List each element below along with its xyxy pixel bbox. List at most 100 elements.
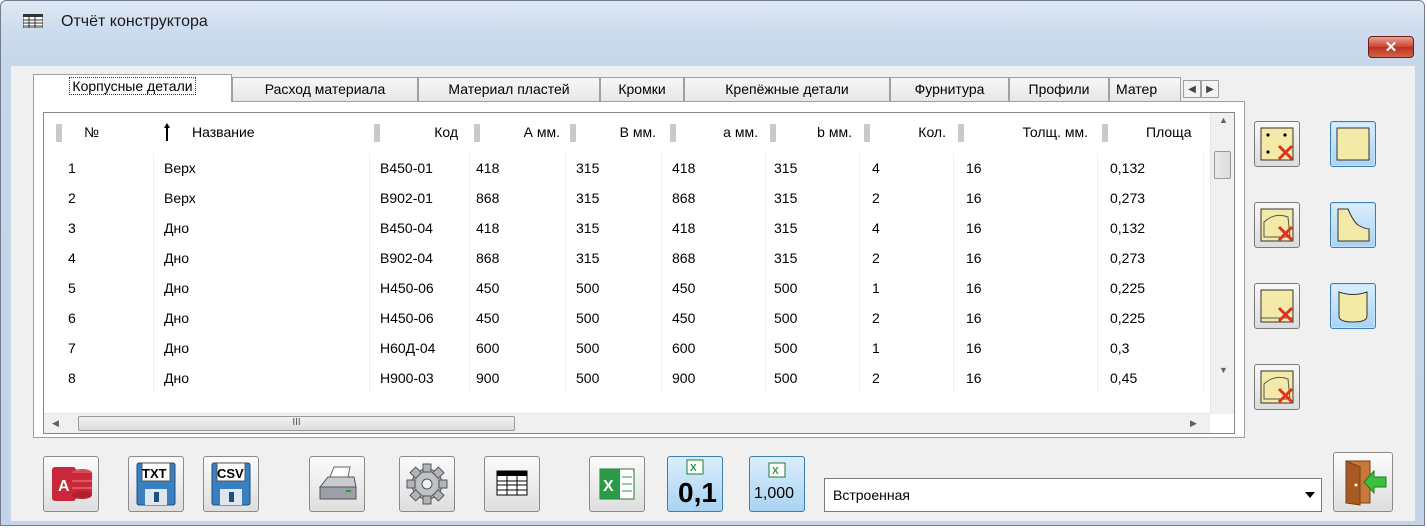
report-template-dropdown[interactable]: Встроенная bbox=[824, 478, 1322, 512]
column-header-thickness[interactable]: Толщ. мм. bbox=[954, 113, 1098, 151]
cell-area: 0,273 bbox=[1098, 183, 1204, 213]
tab-label: Матер bbox=[1116, 81, 1158, 97]
parts-table[interactable]: № Название Код А мм. В мм. а мм. b мм. К… bbox=[43, 112, 1235, 434]
tab-edges[interactable]: Кромки bbox=[600, 77, 684, 101]
cell-area: 0,225 bbox=[1098, 273, 1204, 303]
column-header-label: Кол. bbox=[918, 124, 946, 140]
cell-a-small: 418 bbox=[662, 153, 766, 183]
tab-scroll-right-button[interactable]: ▶ bbox=[1201, 80, 1219, 98]
tab-scroll-left-button[interactable]: ◀ bbox=[1183, 80, 1201, 98]
save-txt-button[interactable]: TXT bbox=[128, 456, 184, 512]
cell-a: 868 bbox=[470, 183, 566, 213]
column-header-a[interactable]: А мм. bbox=[470, 113, 566, 151]
scroll-right-icon[interactable]: ▶ bbox=[1190, 418, 1197, 429]
cell-thickness: 16 bbox=[954, 333, 1098, 363]
cell-code: В450-04 bbox=[370, 213, 470, 243]
column-header-code[interactable]: Код bbox=[370, 113, 470, 151]
table-row[interactable]: 5 Дно Н450-06 450 500 450 500 1 16 0,225 bbox=[44, 273, 1204, 303]
precision-one-decimal-button[interactable]: X 0,1 bbox=[667, 456, 723, 512]
tab-profiles[interactable]: Профили bbox=[1009, 77, 1109, 101]
table-row[interactable]: 6 Дно Н450-06 450 500 450 500 2 16 0,225 bbox=[44, 303, 1204, 333]
tab-label: Профили bbox=[1028, 81, 1090, 97]
tab-sheet-material[interactable]: Материал пластей bbox=[418, 77, 600, 101]
table-row[interactable]: 4 Дно В902-04 868 315 868 315 2 16 0,273 bbox=[44, 243, 1204, 273]
cell-quantity: 2 bbox=[860, 303, 954, 333]
column-header-label: Код bbox=[434, 124, 458, 140]
tab-label: Фурнитура bbox=[914, 81, 985, 97]
tab-materials-truncated[interactable]: Матер bbox=[1109, 77, 1181, 101]
horizontal-scroll-thumb[interactable]: III bbox=[78, 416, 515, 431]
close-icon: ✕ bbox=[1384, 39, 1398, 56]
svg-text:A: A bbox=[58, 478, 70, 495]
cylinder-panel-button[interactable] bbox=[1330, 283, 1376, 329]
column-header-quantity[interactable]: Кол. bbox=[860, 113, 954, 151]
scroll-left-icon[interactable]: ◀ bbox=[52, 418, 59, 429]
horizontal-scrollbar[interactable]: ◀ III ▶ bbox=[44, 413, 1210, 433]
column-header-b[interactable]: В мм. bbox=[566, 113, 662, 151]
print-button[interactable] bbox=[309, 456, 365, 512]
chevron-right-icon: ▶ bbox=[1206, 83, 1214, 95]
table-row[interactable]: 1 Верх В450-01 418 315 418 315 4 16 0,132 bbox=[44, 153, 1204, 183]
column-header-number[interactable]: № bbox=[44, 113, 154, 151]
cell-b: 500 bbox=[566, 273, 662, 303]
settings-button[interactable] bbox=[399, 456, 455, 512]
tab-fittings[interactable]: Фурнитура bbox=[890, 77, 1009, 101]
export-access-button[interactable]: A bbox=[43, 456, 99, 512]
vertical-scrollbar[interactable]: ▲ ▼ bbox=[1210, 113, 1234, 414]
cell-a-small: 868 bbox=[662, 243, 766, 273]
cell-thickness: 16 bbox=[954, 243, 1098, 273]
scroll-grip: III bbox=[292, 417, 301, 428]
export-excel-button[interactable]: X bbox=[589, 456, 645, 512]
delete-bottom-edge-button[interactable] bbox=[1254, 283, 1300, 329]
table-row[interactable]: 7 Дно Н60Д-04 600 500 600 500 1 16 0,3 bbox=[44, 333, 1204, 363]
column-header-area[interactable]: Площа bbox=[1098, 113, 1204, 151]
curve-edge-delete-icon bbox=[1260, 208, 1294, 242]
vertical-scroll-thumb[interactable] bbox=[1214, 151, 1231, 179]
table-view-button[interactable] bbox=[484, 456, 540, 512]
cell-quantity: 4 bbox=[860, 213, 954, 243]
tab-material-usage[interactable]: Расход материала bbox=[232, 77, 418, 101]
column-header-label: Название bbox=[192, 124, 255, 140]
delete-arc-edge-button[interactable] bbox=[1254, 364, 1300, 410]
column-header-a-small[interactable]: а мм. bbox=[662, 113, 766, 151]
tab-label: Кромки bbox=[618, 81, 666, 97]
column-header-label: Площа bbox=[1146, 124, 1192, 140]
rect-panel-button[interactable] bbox=[1330, 121, 1376, 167]
delete-curve-edge-button[interactable] bbox=[1254, 202, 1300, 248]
tab-fasteners[interactable]: Крепёжные детали bbox=[684, 77, 890, 101]
cell-code: Н900-03 bbox=[370, 363, 470, 393]
cell-area: 0,132 bbox=[1098, 213, 1204, 243]
tab-panel: № Название Код А мм. В мм. а мм. b мм. К… bbox=[33, 101, 1245, 438]
cell-b: 500 bbox=[566, 363, 662, 393]
window-title: Отчёт конструктора bbox=[61, 13, 208, 30]
column-header-name[interactable]: Название bbox=[154, 113, 370, 151]
table-row[interactable]: 8 Дно Н900-03 900 500 900 500 2 16 0,45 bbox=[44, 363, 1204, 393]
delete-holes-button[interactable] bbox=[1254, 121, 1300, 167]
scroll-up-icon[interactable]: ▲ bbox=[1219, 115, 1228, 125]
save-csv-button[interactable]: CSV bbox=[203, 456, 259, 512]
column-header-b-small[interactable]: b мм. bbox=[766, 113, 860, 151]
column-header-label: Толщ. мм. bbox=[1022, 124, 1088, 140]
column-header-label: а мм. bbox=[723, 124, 758, 140]
curved-panel-button[interactable] bbox=[1330, 202, 1376, 248]
cell-code: Н450-06 bbox=[370, 303, 470, 333]
tab-body-parts[interactable]: Корпусные детали bbox=[33, 74, 232, 102]
precision-label: 0,1 bbox=[678, 477, 717, 508]
excel-icon: X bbox=[599, 468, 635, 500]
cell-number: 3 bbox=[44, 213, 154, 243]
cell-a: 418 bbox=[470, 153, 566, 183]
table-row[interactable]: 2 Верх В902-01 868 315 868 315 2 16 0,273 bbox=[44, 183, 1204, 213]
exit-button[interactable] bbox=[1333, 452, 1393, 512]
svg-text:X: X bbox=[603, 478, 614, 495]
table-header: № Название Код А мм. В мм. а мм. b мм. К… bbox=[44, 113, 1204, 151]
cell-name: Верх bbox=[154, 183, 370, 213]
cell-quantity: 2 bbox=[860, 183, 954, 213]
scroll-down-icon[interactable]: ▼ bbox=[1219, 365, 1228, 375]
cell-b: 315 bbox=[566, 183, 662, 213]
cell-b-small: 315 bbox=[766, 243, 860, 273]
table-row[interactable]: 3 Дно В450-04 418 315 418 315 4 16 0,132 bbox=[44, 213, 1204, 243]
precision-three-decimals-button[interactable]: X 1,000 bbox=[749, 456, 805, 512]
cell-number: 4 bbox=[44, 243, 154, 273]
cell-area: 0,225 bbox=[1098, 303, 1204, 333]
close-button[interactable]: ✕ bbox=[1368, 36, 1414, 58]
